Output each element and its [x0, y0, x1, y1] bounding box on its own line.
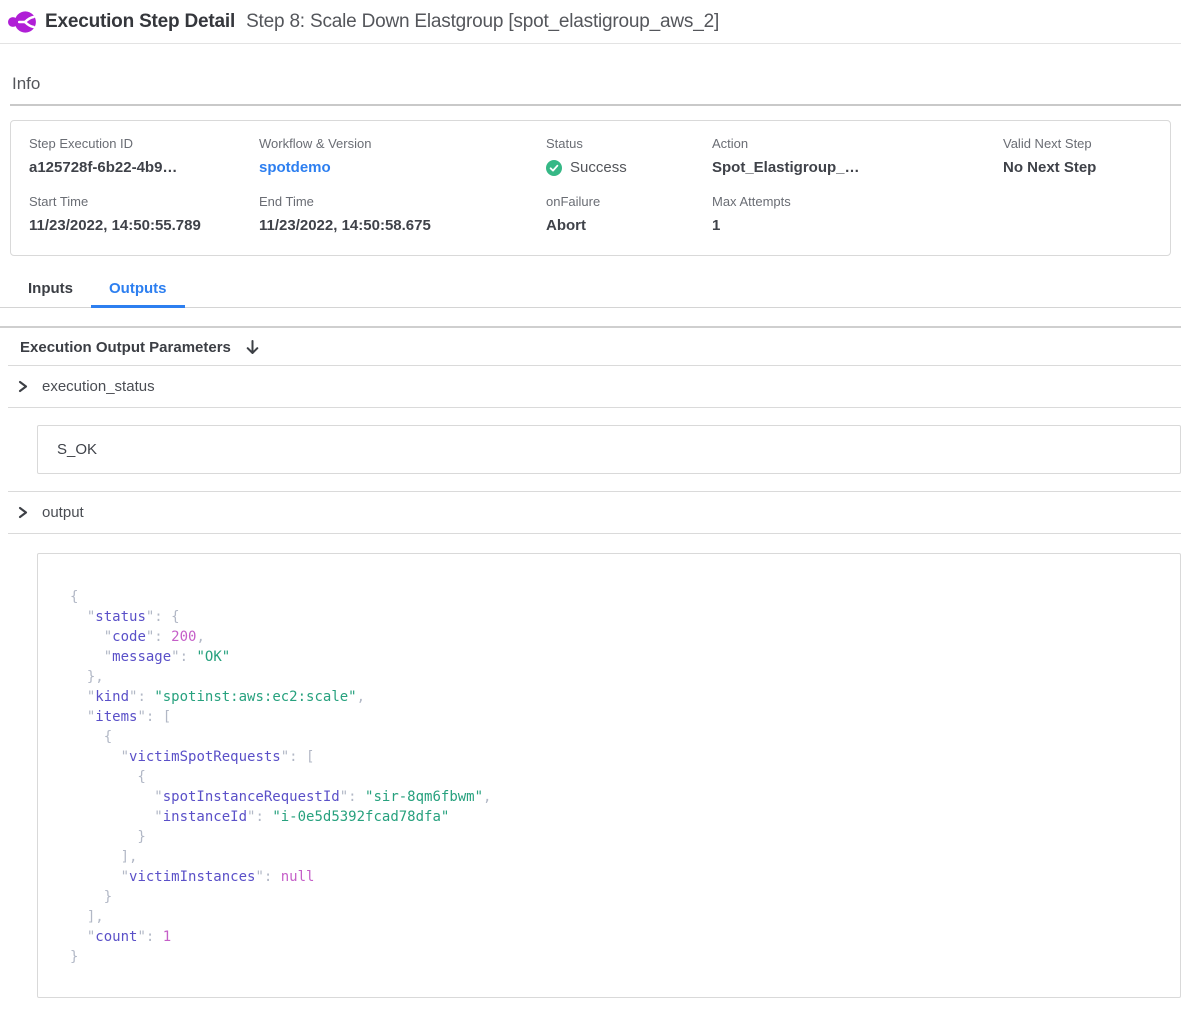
field-label: Status: [546, 136, 712, 152]
field-label: Max Attempts: [712, 194, 1003, 210]
workflow-link[interactable]: spotdemo: [259, 158, 546, 177]
param-row-execution-status[interactable]: execution_status: [0, 366, 1181, 407]
output-parameters-header: Execution Output Parameters: [0, 328, 1181, 365]
code-line: {: [70, 727, 1160, 747]
info-field-end-time: End Time 11/23/2022, 14:50:58.675: [259, 194, 546, 235]
field-label: Start Time: [29, 194, 259, 210]
execution-step-detail-page: Execution Step Detail Step 8: Scale Down…: [0, 0, 1181, 998]
page-subtitle: Step 8: Scale Down Elastgroup [spot_elas…: [246, 11, 719, 33]
execution-status-value-box: S_OK: [37, 425, 1181, 474]
field-label: onFailure: [546, 194, 712, 210]
field-value: a125728f-6b22-4b9…: [29, 158, 259, 177]
info-field-action: Action Spot_Elastigroup_…: [712, 136, 1003, 177]
field-value: Abort: [546, 216, 712, 235]
page-header: Execution Step Detail Step 8: Scale Down…: [0, 0, 1181, 44]
info-section-header: Info: [10, 44, 1181, 106]
field-value: Success: [546, 158, 712, 177]
code-line: ],: [70, 847, 1160, 867]
output-parameters-title: Execution Output Parameters: [20, 339, 231, 356]
field-value: 1: [712, 216, 1003, 235]
code-line: }: [70, 887, 1160, 907]
code-line: }: [70, 827, 1160, 847]
field-label: End Time: [259, 194, 546, 210]
collapse-all-arrow-icon[interactable]: [245, 339, 260, 356]
divider: [8, 407, 1181, 408]
info-card: Step Execution ID a125728f-6b22-4b9…Workf…: [10, 120, 1171, 256]
field-label: Valid Next Step: [1003, 136, 1158, 152]
field-value: 11/23/2022, 14:50:58.675: [259, 216, 546, 235]
code-line: "kind": "spotinst:aws:ec2:scale",: [70, 687, 1160, 707]
status-text: Success: [570, 158, 627, 177]
info-field-max-attempts: Max Attempts 1: [712, 194, 1003, 235]
param-row-output[interactable]: output: [0, 492, 1181, 533]
code-line: "count": 1: [70, 927, 1160, 947]
info-field-valid-next-step: Valid Next Step No Next Step: [1003, 136, 1158, 177]
code-line: "victimSpotRequests": [: [70, 747, 1160, 767]
param-name: output: [42, 504, 84, 521]
info-field-onfailure: onFailure Abort: [546, 194, 712, 235]
execution-status-value: S_OK: [57, 441, 97, 458]
field-value: No Next Step: [1003, 158, 1158, 177]
info-field-step-execution-id: Step Execution ID a125728f-6b22-4b9…: [29, 136, 259, 177]
chevron-right-icon: [16, 380, 29, 393]
code-line: {: [70, 767, 1160, 787]
code-line: "code": 200,: [70, 627, 1160, 647]
field-label: Step Execution ID: [29, 136, 259, 152]
info-field-status: Status Success: [546, 136, 712, 177]
info-field-workflow-version: Workflow & Version spotdemo: [259, 136, 546, 177]
tab-outputs[interactable]: Outputs: [91, 276, 185, 307]
code-line: ],: [70, 907, 1160, 927]
success-check-icon: [546, 160, 562, 176]
code-line: "victimInstances": null: [70, 867, 1160, 887]
divider: [8, 533, 1181, 534]
field-label: Action: [712, 136, 1003, 152]
code-line: "spotInstanceRequestId": "sir-8qm6fbwm",: [70, 787, 1160, 807]
code-line: "items": [: [70, 707, 1160, 727]
page-title: Execution Step Detail: [45, 11, 235, 33]
output-json-code-box: { "status": { "code": 200, "message": "O…: [37, 553, 1181, 998]
tab-bar: InputsOutputs: [0, 276, 1181, 308]
code-line: "instanceId": "i-0e5d5392fcad78dfa": [70, 807, 1160, 827]
param-name: execution_status: [42, 378, 155, 395]
field-value: 11/23/2022, 14:50:55.789: [29, 216, 259, 235]
info-field-start-time: Start Time 11/23/2022, 14:50:55.789: [29, 194, 259, 235]
tab-inputs[interactable]: Inputs: [10, 276, 91, 307]
code-line: "status": {: [70, 607, 1160, 627]
code-line: },: [70, 667, 1160, 687]
chevron-right-icon: [16, 506, 29, 519]
app-logo-icon: [8, 8, 36, 36]
code-line: "message": "OK": [70, 647, 1160, 667]
field-value: Spot_Elastigroup_…: [712, 158, 1003, 177]
code-line: }: [70, 947, 1160, 967]
code-line: {: [70, 587, 1160, 607]
field-label: Workflow & Version: [259, 136, 546, 152]
info-section-title: Info: [12, 74, 1181, 94]
